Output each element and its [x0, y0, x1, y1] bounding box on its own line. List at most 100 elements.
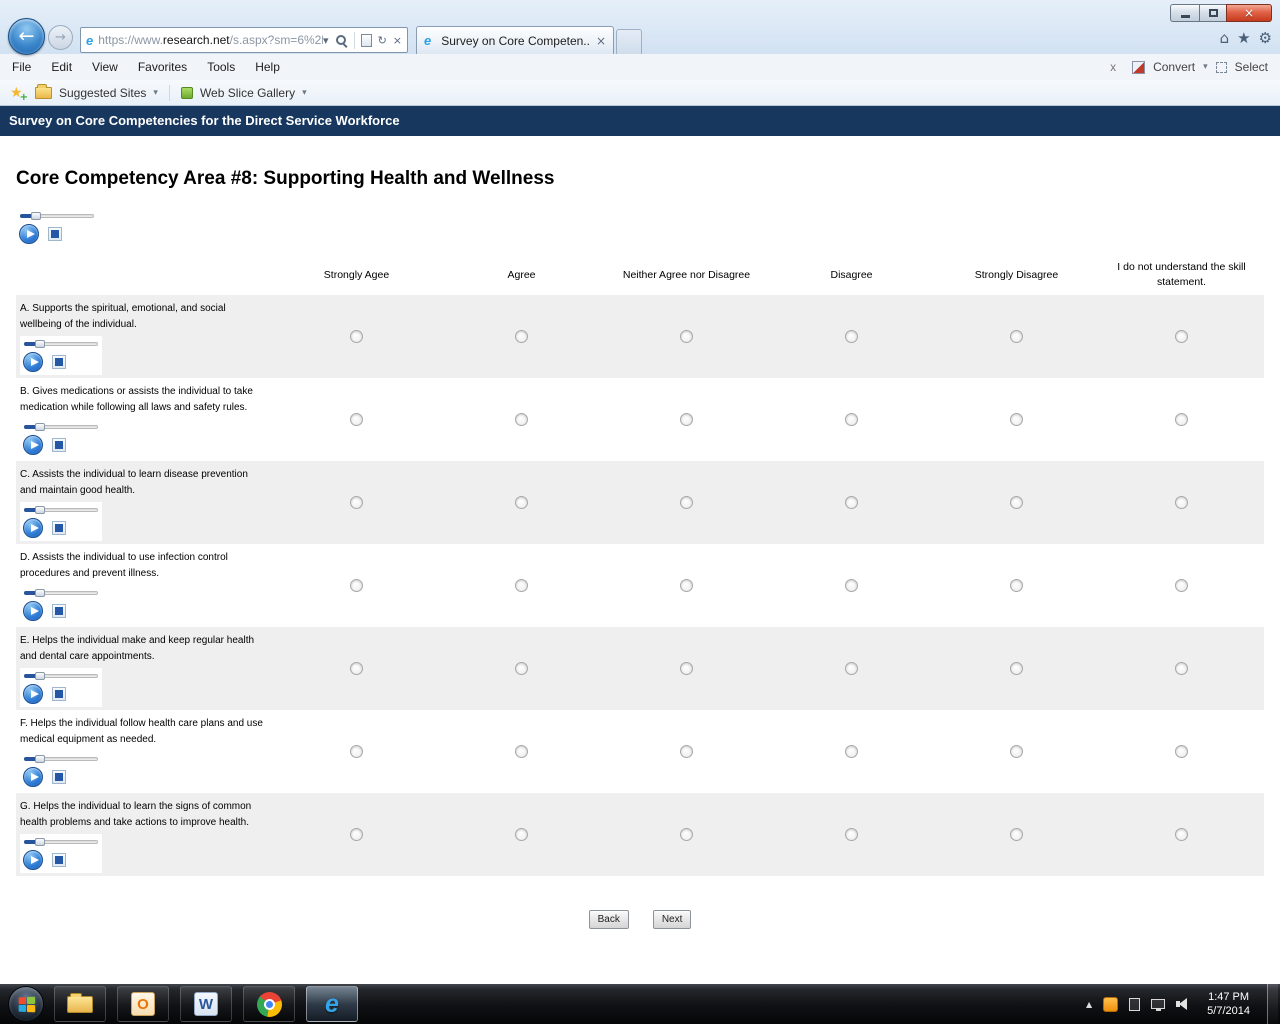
play-button[interactable] [23, 767, 43, 787]
convert-button[interactable]: Convert [1153, 60, 1195, 74]
radio-disagree[interactable] [845, 662, 858, 675]
radio-strongly-disagree[interactable] [1010, 662, 1023, 675]
add-favorite-icon[interactable]: ★ [10, 85, 28, 101]
radio-strongly-disagree[interactable] [1010, 745, 1023, 758]
favorites-star-icon[interactable]: ★ [1237, 29, 1250, 47]
play-button[interactable] [19, 224, 39, 244]
taskbar-outlook-button[interactable]: O [117, 986, 169, 1022]
slider-thumb[interactable] [31, 212, 41, 220]
stop-icon[interactable]: × [393, 34, 402, 47]
player-seek-slider[interactable] [24, 754, 98, 764]
radio-strongly-agree[interactable] [350, 828, 363, 841]
address-bar[interactable]: e https://www.research.net/s.aspx?sm=6%2… [80, 27, 408, 53]
radio-not-understand[interactable] [1175, 579, 1188, 592]
back-page-button[interactable]: Back [589, 910, 629, 929]
menu-file[interactable]: File [12, 60, 31, 74]
radio-neither[interactable] [680, 579, 693, 592]
radio-agree[interactable] [515, 828, 528, 841]
play-button[interactable] [23, 601, 43, 621]
convert-dropdown-icon[interactable]: ▾ [1203, 62, 1208, 72]
player-seek-slider[interactable] [24, 671, 98, 681]
radio-disagree[interactable] [845, 579, 858, 592]
play-button[interactable] [23, 352, 43, 372]
play-button[interactable] [23, 684, 43, 704]
radio-strongly-agree[interactable] [350, 662, 363, 675]
radio-disagree[interactable] [845, 496, 858, 509]
web-slice-gallery-link[interactable]: Web Slice Gallery [200, 86, 295, 100]
radio-disagree[interactable] [845, 413, 858, 426]
radio-not-understand[interactable] [1175, 662, 1188, 675]
radio-neither[interactable] [680, 828, 693, 841]
radio-agree[interactable] [515, 662, 528, 675]
radio-neither[interactable] [680, 662, 693, 675]
tab-close-icon[interactable]: × [596, 34, 606, 48]
menu-view[interactable]: View [92, 60, 118, 74]
player-seek-slider[interactable] [24, 339, 98, 349]
slider-thumb[interactable] [35, 589, 45, 597]
tray-app-icon[interactable] [1103, 997, 1118, 1012]
compatibility-view-icon[interactable] [361, 34, 372, 47]
radio-disagree[interactable] [845, 828, 858, 841]
radio-strongly-agree[interactable] [350, 579, 363, 592]
slider-thumb[interactable] [35, 340, 45, 348]
menu-edit[interactable]: Edit [51, 60, 72, 74]
menu-help[interactable]: Help [255, 60, 280, 74]
volume-icon[interactable] [1176, 998, 1190, 1010]
radio-not-understand[interactable] [1175, 496, 1188, 509]
stop-button[interactable] [52, 355, 66, 369]
select-button[interactable]: Select [1235, 60, 1268, 74]
player-seek-slider[interactable] [24, 505, 98, 515]
radio-strongly-disagree[interactable] [1010, 413, 1023, 426]
refresh-icon[interactable]: ↻ [378, 34, 387, 47]
radio-not-understand[interactable] [1175, 330, 1188, 343]
close-button[interactable]: × [1226, 4, 1272, 22]
radio-strongly-agree[interactable] [350, 330, 363, 343]
slider-thumb[interactable] [35, 755, 45, 763]
stop-button[interactable] [48, 227, 62, 241]
slider-thumb[interactable] [35, 838, 45, 846]
slider-thumb[interactable] [35, 423, 45, 431]
radio-strongly-agree[interactable] [350, 496, 363, 509]
taskbar-ie-button[interactable]: e [306, 986, 358, 1022]
radio-strongly-disagree[interactable] [1010, 330, 1023, 343]
radio-neither[interactable] [680, 745, 693, 758]
radio-not-understand[interactable] [1175, 828, 1188, 841]
url-text[interactable]: https://www.research.net/s.aspx?sm=6%2b [98, 33, 323, 47]
radio-neither[interactable] [680, 330, 693, 343]
player-seek-slider[interactable] [24, 422, 98, 432]
back-button[interactable]: ← [8, 18, 45, 55]
radio-strongly-disagree[interactable] [1010, 579, 1023, 592]
radio-not-understand[interactable] [1175, 413, 1188, 426]
web-slice-dropdown-icon[interactable]: ▾ [302, 88, 307, 98]
suggested-sites-dropdown-icon[interactable]: ▾ [153, 88, 158, 98]
radio-strongly-agree[interactable] [350, 413, 363, 426]
menu-tools[interactable]: Tools [207, 60, 235, 74]
search-icon[interactable] [335, 34, 348, 47]
stop-button[interactable] [52, 521, 66, 535]
new-tab-button[interactable] [616, 29, 642, 54]
browser-tab[interactable]: e Survey on Core Competen... × [416, 26, 614, 54]
tools-gear-icon[interactable]: ⚙ [1259, 29, 1272, 47]
radio-agree[interactable] [515, 413, 528, 426]
radio-neither[interactable] [680, 496, 693, 509]
home-icon[interactable]: ⌂ [1220, 29, 1230, 47]
minimize-button[interactable] [1170, 4, 1199, 22]
radio-disagree[interactable] [845, 330, 858, 343]
stop-button[interactable] [52, 770, 66, 784]
radio-strongly-disagree[interactable] [1010, 828, 1023, 841]
taskbar-chrome-button[interactable] [243, 986, 295, 1022]
tray-expand-icon[interactable]: ▲ [1086, 1000, 1092, 1009]
stop-button[interactable] [52, 604, 66, 618]
taskbar-explorer-button[interactable] [54, 986, 106, 1022]
radio-strongly-disagree[interactable] [1010, 496, 1023, 509]
tray-display-icon[interactable] [1151, 999, 1165, 1009]
play-button[interactable] [23, 435, 43, 455]
radio-agree[interactable] [515, 579, 528, 592]
player-seek-slider[interactable] [24, 837, 98, 847]
start-button[interactable] [8, 986, 44, 1022]
maximize-button[interactable] [1199, 4, 1226, 22]
suggested-sites-link[interactable]: Suggested Sites [59, 86, 146, 100]
taskbar-clock[interactable]: 1:47 PM 5/7/2014 [1201, 990, 1256, 1018]
player-seek-slider[interactable] [24, 588, 98, 598]
radio-agree[interactable] [515, 496, 528, 509]
